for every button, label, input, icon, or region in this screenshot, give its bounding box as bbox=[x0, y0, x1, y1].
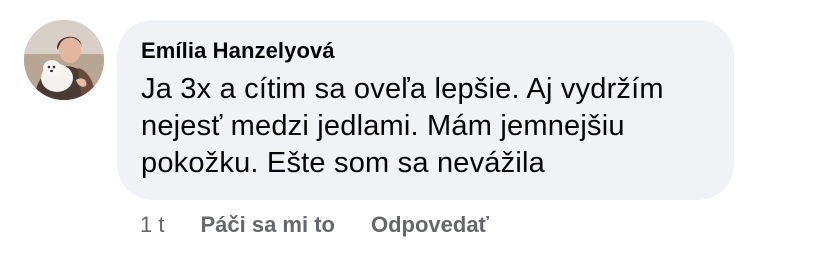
comment-bubble: Emília Hanzelyová Ja 3x a cítim sa oveľa… bbox=[117, 20, 734, 200]
avatar[interactable] bbox=[24, 20, 104, 100]
comment-author[interactable]: Emília Hanzelyová bbox=[141, 37, 710, 65]
comment-text: Ja 3x a cítim sa oveľa lepšie. Aj vydrží… bbox=[141, 73, 664, 179]
comment-actions: 1 t Páči sa mi to Odpovedať bbox=[140, 211, 525, 239]
like-button[interactable]: Páči sa mi to bbox=[200, 212, 335, 238]
comment: Emília Hanzelyová Ja 3x a cítim sa oveľa… bbox=[0, 0, 828, 265]
reply-button[interactable]: Odpovedať bbox=[371, 212, 489, 238]
user-avatar-photo-icon bbox=[24, 20, 104, 100]
comment-timestamp[interactable]: 1 t bbox=[140, 212, 164, 238]
